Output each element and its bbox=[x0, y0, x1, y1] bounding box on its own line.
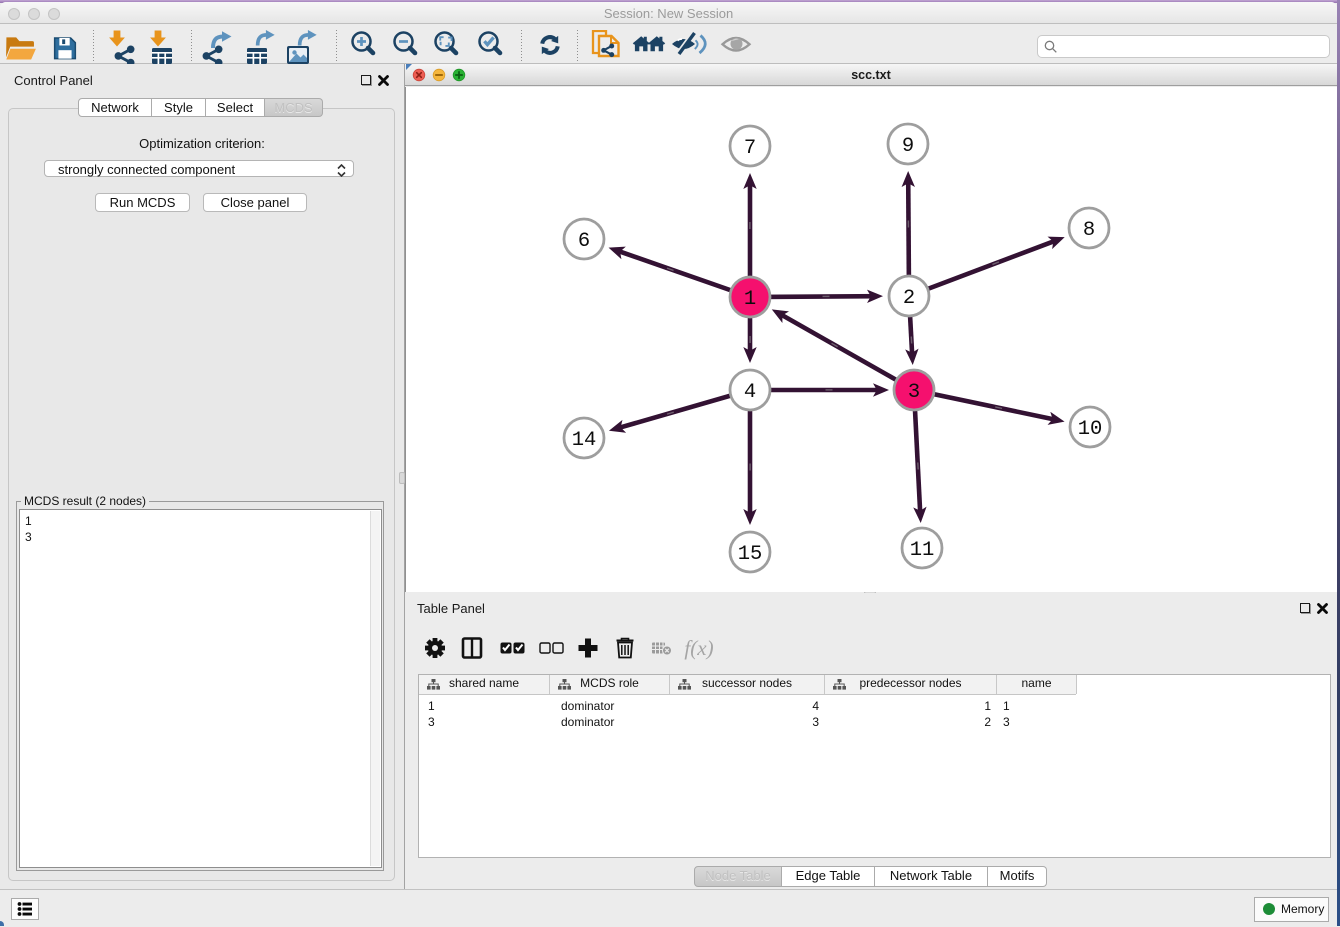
svg-text:9: 9 bbox=[902, 135, 914, 158]
svg-text:15: 15 bbox=[738, 543, 763, 566]
svg-text:1: 1 bbox=[744, 288, 756, 311]
svg-text:8: 8 bbox=[1083, 219, 1095, 242]
svg-text:7: 7 bbox=[744, 137, 756, 160]
svg-text:4: 4 bbox=[744, 381, 756, 404]
svg-text:2: 2 bbox=[903, 287, 915, 310]
svg-text:14: 14 bbox=[572, 429, 597, 452]
svg-text:10: 10 bbox=[1078, 418, 1103, 441]
svg-text:11: 11 bbox=[910, 539, 935, 562]
svg-text:3: 3 bbox=[908, 381, 920, 404]
svg-text:6: 6 bbox=[578, 230, 590, 253]
svg-text:f(x): f(x) bbox=[684, 636, 713, 660]
